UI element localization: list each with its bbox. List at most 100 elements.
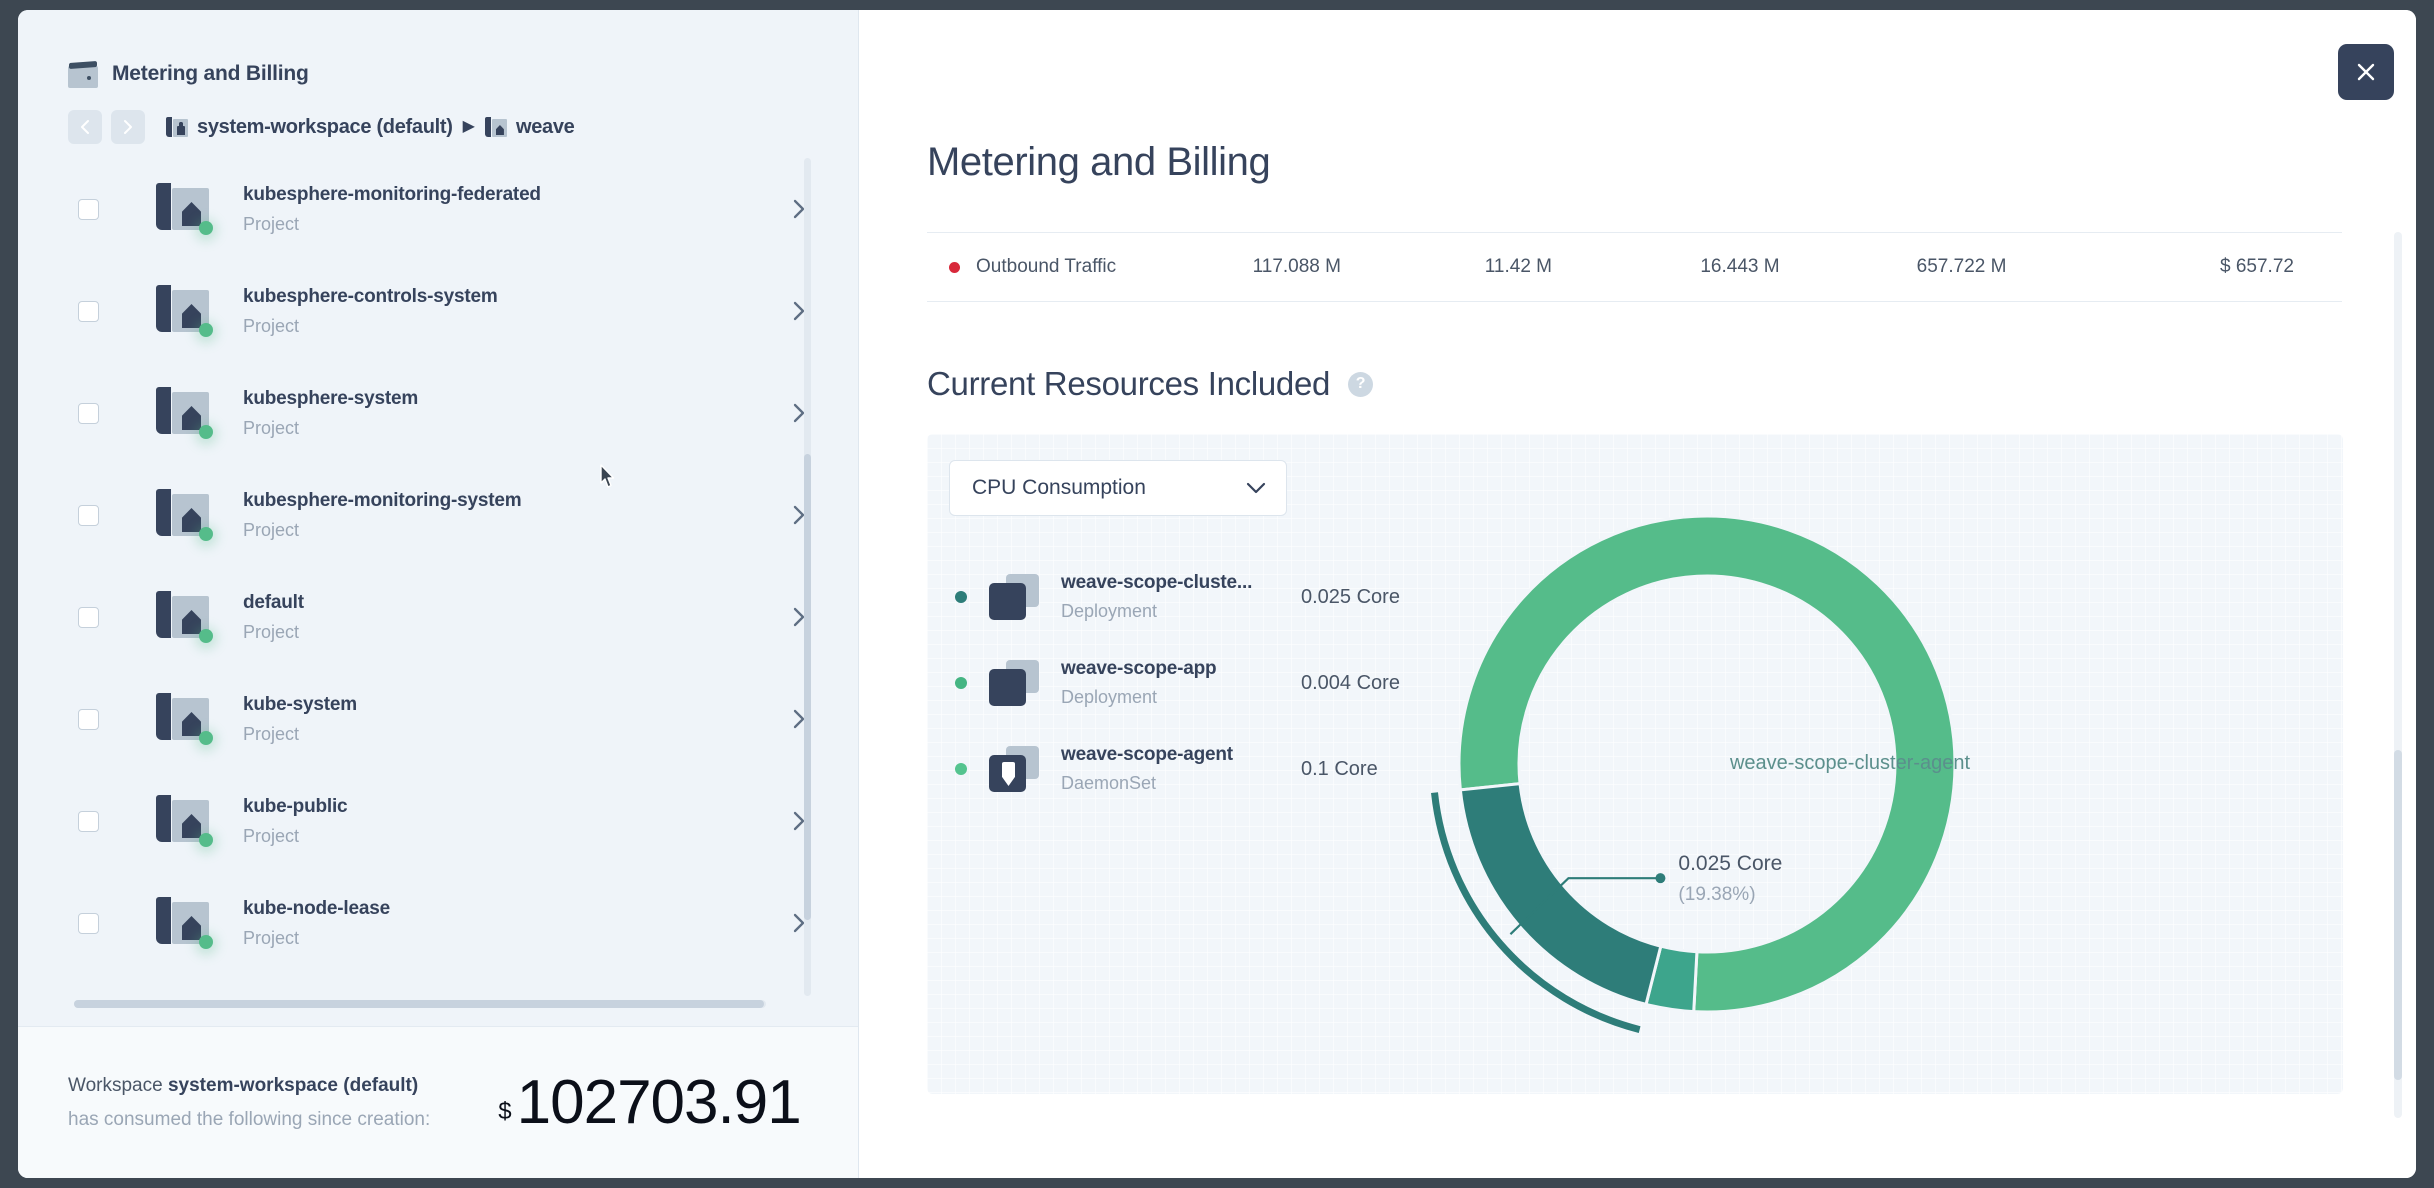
breadcrumb-project[interactable]: weave — [485, 116, 575, 139]
project-kind: Project — [243, 724, 792, 745]
project-text: kube-systemProject — [243, 694, 792, 745]
breadcrumb-project-label: weave — [516, 116, 575, 139]
project-list-scrollbar-thumb[interactable] — [804, 454, 811, 920]
chevron-down-icon — [1246, 482, 1266, 495]
section-title: Current Resources Included — [927, 365, 1330, 403]
nav-back-button[interactable] — [68, 110, 102, 144]
project-icon — [155, 897, 211, 949]
project-status-dot — [199, 527, 213, 541]
project-icon — [155, 183, 211, 235]
metric-cell-1: 117.088 M — [1186, 256, 1408, 278]
project-name: kube-public — [243, 796, 347, 817]
donut-chart-svg — [1357, 434, 2343, 1094]
nav-forward-button[interactable] — [111, 110, 145, 144]
metric-cell-3: 16.443 M — [1629, 256, 1851, 278]
project-status-dot — [199, 731, 213, 745]
project-status-dot — [199, 323, 213, 337]
project-list-item[interactable]: kubesphere-monitoring-systemProject — [78, 464, 858, 566]
table-row: Outbound Traffic 117.088 M 11.42 M 16.44… — [927, 233, 2342, 301]
project-icon — [155, 693, 211, 745]
close-icon — [2355, 61, 2377, 83]
legend-color-dot — [955, 677, 967, 689]
project-checkbox[interactable] — [78, 199, 99, 220]
legend-name: weave-scope-cluste... — [1061, 572, 1252, 593]
project-checkbox[interactable] — [78, 505, 99, 526]
project-name: kubesphere-controls-system — [243, 286, 498, 307]
help-icon[interactable]: ? — [1348, 372, 1373, 397]
project-name: kubesphere-monitoring-federated — [243, 184, 541, 205]
project-checkbox[interactable] — [78, 913, 99, 934]
project-text: default Project — [243, 592, 792, 643]
project-kind: Project — [243, 316, 792, 337]
legend-kind: Deployment — [1061, 601, 1301, 622]
metering-billing-modal: Metering and Billing syst — [18, 10, 2416, 1178]
metric-color-dot — [949, 262, 960, 273]
legend-color-dot — [955, 763, 967, 775]
workspace-consumption-footer: Workspace system-workspace (default) has… — [18, 1026, 858, 1178]
legend-text: weave-scope-cluste... Deployment — [1061, 572, 1301, 622]
footer-line-1: Workspace system-workspace (default) — [68, 1075, 430, 1097]
project-checkbox[interactable] — [78, 403, 99, 424]
project-status-dot — [199, 629, 213, 643]
metric-cell-2: 11.42 M — [1408, 256, 1630, 278]
project-list-item[interactable]: kube-publicProject — [78, 770, 858, 872]
project-text: kube-publicProject — [243, 796, 792, 847]
legend-kind: DaemonSet — [1061, 773, 1301, 794]
legend-kind: Deployment — [1061, 687, 1301, 708]
project-list: kubesphere-monitoring-federatedProjectku… — [18, 158, 858, 996]
right-panel-scrollbar-thumb[interactable] — [2394, 750, 2402, 1080]
project-checkbox[interactable] — [78, 811, 99, 832]
billing-table: Outbound Traffic 117.088 M 11.42 M 16.44… — [927, 232, 2342, 302]
legend-text: weave-scope-appDeployment — [1061, 658, 1301, 708]
footer-text: Workspace system-workspace (default) has… — [68, 1075, 430, 1131]
project-list-hscrollbar-thumb[interactable] — [74, 1000, 764, 1008]
project-list-item[interactable]: default Project — [78, 566, 858, 668]
project-status-dot — [199, 935, 213, 949]
project-name: kube-node-lease — [243, 898, 390, 919]
project-list-item[interactable]: kubesphere-controls-system Project — [78, 260, 858, 362]
breadcrumb-separator: ▶ — [463, 119, 475, 135]
footer-line-2: has consumed the following since creatio… — [68, 1109, 430, 1131]
project-status-dot — [199, 221, 213, 235]
chevron-left-icon — [79, 119, 91, 135]
wallet-icon — [68, 60, 98, 88]
legend-name: weave-scope-agent — [1061, 744, 1233, 765]
project-icon — [155, 795, 211, 847]
project-list-item[interactable]: kube-node-leaseProject — [78, 872, 858, 974]
project-text: kubesphere-controls-system Project — [243, 286, 792, 337]
app-root: Metering and Billing syst — [0, 0, 2434, 1188]
chevron-right-icon — [122, 119, 134, 135]
breadcrumb-workspace-label: system-workspace (default) — [197, 116, 453, 139]
project-icon — [155, 591, 211, 643]
project-text: kubesphere-systemProject — [243, 388, 792, 439]
project-name: default — [243, 592, 304, 613]
project-kind: Project — [243, 214, 792, 235]
callout-percent: (19.38%) — [1678, 884, 1782, 906]
legend-color-dot — [955, 591, 967, 603]
footer-workspace-word: Workspace — [68, 1075, 163, 1096]
project-status-dot — [199, 833, 213, 847]
project-text: kubesphere-monitoring-federated Project — [243, 184, 792, 235]
project-checkbox[interactable] — [78, 301, 99, 322]
left-panel-title: Metering and Billing — [112, 62, 309, 86]
page-title: Metering and Billing — [927, 140, 1270, 185]
project-list-container: kubesphere-monitoring-federatedProjectku… — [18, 158, 858, 1026]
project-icon — [485, 116, 507, 138]
project-checkbox[interactable] — [78, 709, 99, 730]
project-kind: Project — [243, 418, 792, 439]
left-panel-header: Metering and Billing — [18, 10, 858, 88]
project-text: kubesphere-monitoring-systemProject — [243, 490, 792, 541]
donut-chart: weave-scope-cluster-agent 0.025 Core (19… — [1357, 434, 2343, 1094]
metric-select[interactable]: CPU Consumption — [949, 460, 1287, 516]
project-list-item[interactable]: kubesphere-systemProject — [78, 362, 858, 464]
project-kind: Project — [243, 622, 792, 643]
metric-cell-cost: $ 657.72 — [2072, 256, 2324, 278]
close-button[interactable] — [2338, 44, 2394, 100]
donut-callout-label: 0.025 Core (19.38%) — [1678, 852, 1782, 906]
project-text: kube-node-leaseProject — [243, 898, 792, 949]
breadcrumb-workspace[interactable]: system-workspace (default) — [166, 116, 453, 139]
project-list-item[interactable]: kubesphere-monitoring-federated Project — [78, 158, 858, 260]
project-checkbox[interactable] — [78, 607, 99, 628]
project-list-item[interactable]: kube-systemProject — [78, 668, 858, 770]
donut-slice[interactable] — [1460, 784, 1660, 1005]
